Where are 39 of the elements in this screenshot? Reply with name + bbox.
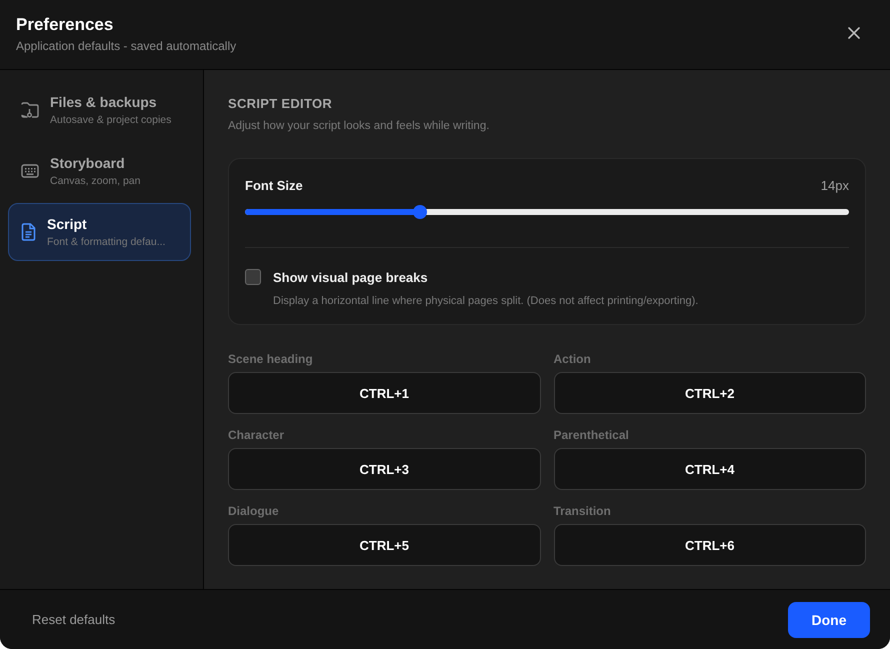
item-title: Script (47, 216, 88, 232)
item-title: Files & backups (50, 94, 158, 110)
field-label: Character (228, 427, 286, 443)
shortcut-field[interactable]: CTRL+6 (554, 524, 866, 566)
section-heading: SCRIPT EDITOR (228, 96, 334, 112)
checkbox-label[interactable]: Show visual page breaks (273, 270, 428, 284)
setting-description: Display a horizontal line where physical pages split. (Does not affect printing/exporting). (272, 294, 700, 309)
item-description: Autosave & project copies (50, 114, 172, 126)
close-button[interactable] (848, 27, 860, 39)
shortcut-field[interactable]: CTRL+5 (228, 524, 540, 566)
setting-label: Font Size (245, 178, 303, 192)
close-icon (848, 27, 860, 39)
dialog-title: Preferences (16, 15, 114, 35)
item-title: Storyboard (50, 154, 126, 172)
item-description: Font & formatting defau... (47, 236, 166, 248)
folder-icon (21, 102, 39, 118)
sidebar-item[interactable]: Files & backups Autosave & project copies (8, 81, 191, 139)
field-label: Dialogue (228, 503, 280, 519)
document-icon (21, 223, 36, 241)
shortcut-field[interactable]: CTRL+3 (228, 448, 540, 490)
section-description: Adjust how your script looks and feels while writing. (228, 119, 490, 134)
shortcut-field[interactable]: CTRL+2 (554, 372, 866, 414)
reset-defaults-button[interactable]: Reset defaults (32, 612, 116, 627)
shortcut-field[interactable]: CTRL+1 (228, 372, 540, 414)
field-label: Scene heading (228, 351, 314, 367)
dialog-subtitle: Application defaults - saved automatically (16, 39, 236, 54)
done-button[interactable]: Done (788, 602, 870, 638)
sidebar-item[interactable]: Storyboard Canvas, zoom, pan (8, 142, 191, 200)
field-label: Transition (554, 503, 612, 519)
keyboard-icon (21, 164, 39, 178)
checkbox[interactable] (245, 269, 261, 285)
field-label: Parenthetical (554, 427, 630, 443)
field-label: Action (554, 351, 592, 367)
sidebar-item[interactable]: Script Font & formatting defau... (8, 203, 191, 261)
slider-thumb[interactable] (413, 205, 428, 219)
font-size-slider[interactable] (245, 205, 849, 219)
setting-value: 14px (820, 178, 849, 192)
shortcut-field[interactable]: CTRL+4 (554, 448, 866, 490)
item-description: Canvas, zoom, pan (50, 174, 140, 188)
